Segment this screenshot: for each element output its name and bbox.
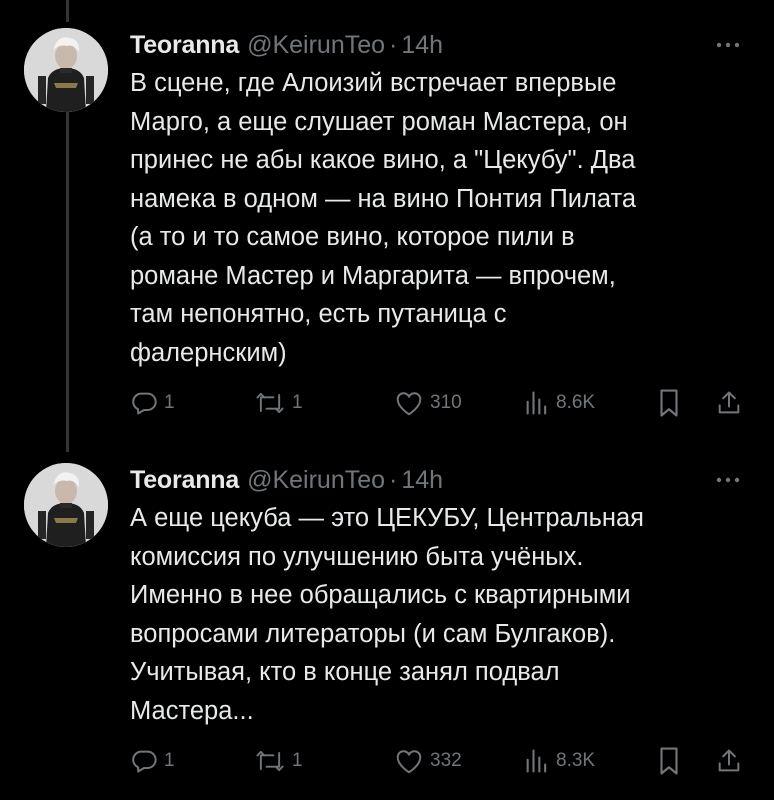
reply-bubble-icon bbox=[130, 747, 158, 775]
reply-count: 1 bbox=[164, 750, 175, 771]
retweet-count: 1 bbox=[292, 392, 303, 413]
retweet-arrows-icon bbox=[254, 747, 286, 775]
bookmark-button[interactable] bbox=[656, 388, 682, 418]
header-separator: · bbox=[389, 30, 398, 59]
views-button[interactable]: 8.6K bbox=[524, 388, 595, 418]
share-upload-icon bbox=[715, 746, 743, 776]
header-separator: · bbox=[389, 465, 398, 494]
avatar[interactable] bbox=[24, 28, 108, 112]
reply-button[interactable]: 1 bbox=[130, 746, 175, 776]
heart-icon bbox=[394, 389, 424, 417]
reply-count: 1 bbox=[164, 392, 175, 413]
bar-chart-icon bbox=[524, 389, 550, 417]
like-button[interactable]: 332 bbox=[394, 746, 462, 776]
views-count: 8.3K bbox=[556, 750, 596, 771]
avatar-image bbox=[24, 463, 108, 547]
share-button[interactable] bbox=[715, 746, 743, 776]
author-handle[interactable]: @KeirunTeo bbox=[247, 466, 385, 495]
tweet-header: Teoranna @KeirunTeo · 14h bbox=[130, 463, 754, 497]
tweet-actions: 1 1 310 8.6K bbox=[130, 388, 750, 418]
thread-line-top bbox=[66, 0, 69, 22]
avatar-image bbox=[24, 28, 108, 112]
tweet-text: В сцене, где Алоизий встречает впервые М… bbox=[130, 69, 637, 367]
share-button[interactable] bbox=[715, 388, 743, 418]
retweet-button[interactable]: 1 bbox=[254, 746, 303, 776]
views-count: 8.6K bbox=[556, 392, 596, 413]
bookmark-icon bbox=[656, 388, 682, 418]
more-horizontal-icon[interactable] bbox=[710, 465, 746, 495]
tweet[interactable]: Teoranna @KeirunTeo · 14h В сцене, где А… bbox=[0, 28, 774, 438]
tweet-timestamp[interactable]: 14h bbox=[401, 31, 443, 60]
tweet-timestamp[interactable]: 14h bbox=[401, 466, 443, 495]
tweet-text: А еще цекуба — это ЦЕКУБУ, Центральная к… bbox=[130, 504, 644, 725]
like-count: 310 bbox=[430, 392, 462, 413]
tweet-actions: 1 1 332 8.3K bbox=[130, 746, 750, 776]
author-display-name[interactable]: Teoranna bbox=[130, 466, 239, 495]
retweet-count: 1 bbox=[292, 750, 303, 771]
retweet-arrows-icon bbox=[254, 389, 286, 417]
more-horizontal-icon[interactable] bbox=[710, 30, 746, 60]
tweet-header: Teoranna @KeirunTeo · 14h bbox=[130, 28, 754, 62]
reply-bubble-icon bbox=[130, 389, 158, 417]
avatar[interactable] bbox=[24, 463, 108, 547]
bookmark-button[interactable] bbox=[656, 746, 682, 776]
share-upload-icon bbox=[715, 388, 743, 418]
tweet[interactable]: Teoranna @KeirunTeo · 14h А еще цекуба —… bbox=[0, 463, 774, 793]
retweet-button[interactable]: 1 bbox=[254, 388, 303, 418]
heart-icon bbox=[394, 747, 424, 775]
reply-button[interactable]: 1 bbox=[130, 388, 175, 418]
bookmark-icon bbox=[656, 746, 682, 776]
author-display-name[interactable]: Teoranna bbox=[130, 31, 239, 60]
like-button[interactable]: 310 bbox=[394, 388, 462, 418]
like-count: 332 bbox=[430, 750, 462, 771]
author-handle[interactable]: @KeirunTeo bbox=[247, 31, 385, 60]
bar-chart-icon bbox=[524, 747, 550, 775]
views-button[interactable]: 8.3K bbox=[524, 746, 595, 776]
